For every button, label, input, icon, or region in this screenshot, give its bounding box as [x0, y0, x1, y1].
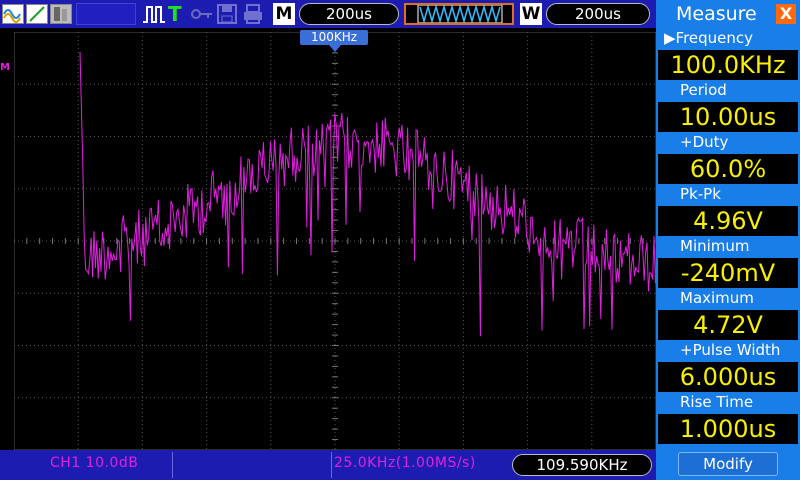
scope-screen[interactable] — [14, 32, 656, 450]
scope-grid — [14, 32, 656, 450]
measure-item-label[interactable]: ▶Frequency — [656, 28, 800, 48]
mode-m-button[interactable]: M — [273, 3, 295, 25]
status-bar: CH1 10.0dB 25.0KHz(1.00MS/s) 109.590KHz — [0, 450, 656, 480]
measure-item-label[interactable]: Minimum — [656, 236, 800, 256]
key-icon[interactable] — [190, 3, 214, 25]
fft-span: 25.0KHz(1.00MS/s) — [334, 455, 476, 471]
channel-math-marker[interactable]: M — [0, 62, 10, 73]
modify-button[interactable]: Modify — [678, 452, 778, 476]
trigger-frequency-label[interactable]: 100KHz — [300, 30, 368, 45]
top-toolbar: T M 200us W 200us — [0, 0, 656, 28]
measure-item-value: 10.00us — [658, 102, 798, 132]
measure-item-value: 100.0KHz — [658, 50, 798, 80]
blank-slot — [76, 3, 136, 25]
print-icon[interactable] — [242, 3, 264, 25]
memory-wave-icon — [417, 5, 503, 23]
timebase-display[interactable]: 200us — [299, 3, 399, 25]
measure-item-value: 1.000us — [658, 414, 798, 444]
trigger-t-icon[interactable]: T — [168, 3, 182, 25]
measure-item-label[interactable]: +Pulse Width — [656, 340, 800, 360]
measure-item-label[interactable]: Period — [656, 80, 800, 100]
measure-item-label[interactable]: Pk-Pk — [656, 184, 800, 204]
save-icon[interactable] — [216, 3, 238, 25]
measure-item-value: 60.0% — [658, 154, 798, 184]
window-timebase-display[interactable]: 200us — [546, 3, 650, 25]
measure-item-label[interactable]: +Duty — [656, 132, 800, 152]
status-divider — [172, 452, 173, 478]
measure-item-value: 4.96V — [658, 206, 798, 236]
frequency-counter: 109.590KHz — [512, 454, 652, 476]
status-divider — [331, 452, 332, 478]
measure-item-value: 6.000us — [658, 362, 798, 392]
close-button[interactable]: X — [776, 4, 796, 24]
persist-icon[interactable] — [50, 4, 72, 24]
trigger-position-marker[interactable] — [329, 45, 341, 52]
measure-item-value: 4.72V — [658, 310, 798, 340]
channel-setting[interactable]: CH1 10.0dB — [50, 455, 138, 471]
waveform-icon[interactable] — [2, 4, 24, 24]
memory-window[interactable] — [404, 3, 514, 25]
pulse-icon[interactable] — [142, 3, 166, 25]
measure-item-label[interactable]: Rise Time — [656, 392, 800, 412]
measure-item-label[interactable]: Maximum — [656, 288, 800, 308]
mode-w-button[interactable]: W — [520, 3, 542, 25]
line-icon[interactable] — [26, 4, 48, 24]
measure-item-value: -240mV — [658, 258, 798, 288]
